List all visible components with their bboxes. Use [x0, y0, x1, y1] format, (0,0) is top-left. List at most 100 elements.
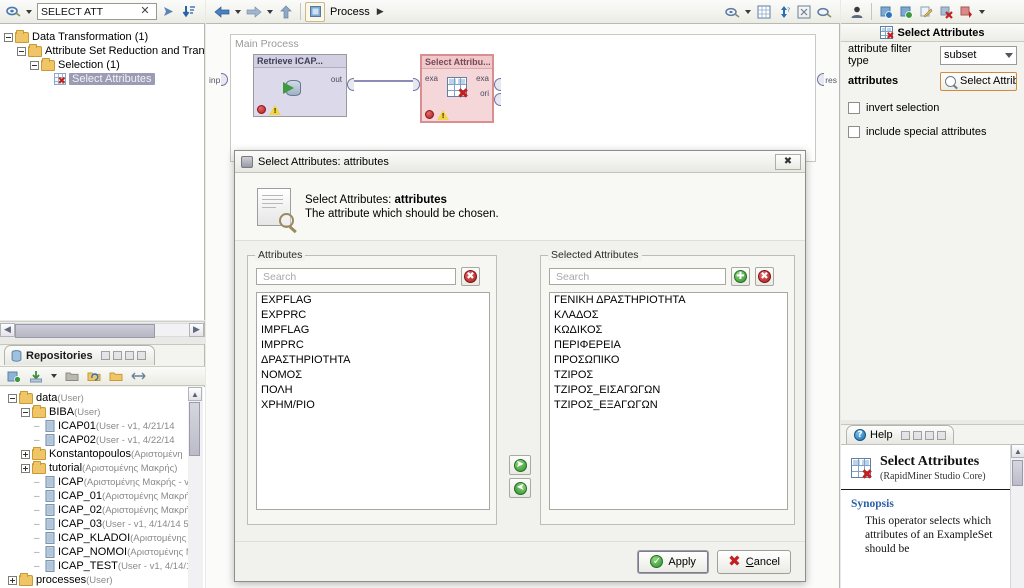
- selected-attribute-list-item[interactable]: ΤΖΙΡΟΣ_ΕΙΣΑΓΩΓΩΝ: [550, 383, 787, 398]
- resize-icon[interactable]: ?: [774, 2, 794, 22]
- selected-attribute-list-item[interactable]: ΠΕΡΙΦΕΡΕΙΑ: [550, 338, 787, 353]
- error-status-icon[interactable]: [257, 105, 266, 114]
- operator-tree-hscrollbar[interactable]: ◀ ▶: [0, 321, 205, 338]
- operator-select-attributes[interactable]: Select Attribu... exa exa ori ✖: [413, 54, 501, 123]
- attribute-filter-type-select[interactable]: subset: [940, 45, 1017, 65]
- attribute-list-item[interactable]: EXPPRC: [257, 308, 489, 323]
- operator-in-port-label[interactable]: exa: [425, 74, 438, 83]
- link-dropdown-caret[interactable]: [745, 9, 751, 14]
- param-row-invert-selection[interactable]: invert selection: [841, 98, 1024, 118]
- new-folder-icon[interactable]: [106, 366, 126, 386]
- forward-dropdown-caret[interactable]: [267, 9, 273, 14]
- include-special-attributes-checkbox[interactable]: [848, 126, 860, 138]
- repository-tree-item[interactable]: – ICAP_NOMOI (Αριστομένης Μ: [4, 545, 205, 559]
- selected-attribute-list-item[interactable]: ΤΖΙΡΟΣ: [550, 368, 787, 383]
- operator-out-port-label[interactable]: out: [331, 75, 342, 84]
- select-out-exa-port-shape[interactable]: [494, 78, 501, 91]
- attribute-list-item[interactable]: ΝΟΜΟΣ: [257, 368, 489, 383]
- back-dropdown-caret[interactable]: [235, 9, 241, 14]
- help-vscrollbar[interactable]: ▲: [1010, 444, 1024, 588]
- operator-tree-panel[interactable]: Data Transformation (1) Attribute Set Red…: [0, 24, 205, 320]
- tree-expand-toggle[interactable]: [8, 575, 17, 585]
- breadcrumb-caret-icon[interactable]: ▶: [377, 6, 384, 17]
- link-icon[interactable]: [722, 2, 742, 22]
- attribute-list-item[interactable]: ΔΡΑΣΤΗΡΙΟΤΗΤΑ: [257, 353, 489, 368]
- selected-attributes-list[interactable]: ΓΕΝΙΚΗ ΔΡΑΣΤΗΡΙΟΤΗΤΑ ΚΛΑΔΟΣ ΚΩΔΙΚΟΣ ΠΕΡΙΦΕΡ…: [549, 292, 788, 510]
- selected-attribute-list-item[interactable]: ΤΖΙΡΟΣ_ΕΞΑΓΩΓΩΝ: [550, 398, 787, 413]
- sort-icon[interactable]: [179, 2, 199, 22]
- attribute-list-item[interactable]: ΧΡΗΜ/ΡΙΟ: [257, 398, 489, 413]
- operator-tree-item[interactable]: Data Transformation (1): [4, 30, 204, 44]
- retrieve-out-port-shape[interactable]: [347, 78, 354, 91]
- forward-arrow-icon[interactable]: [244, 2, 264, 22]
- select-in-port-shape[interactable]: [413, 78, 420, 91]
- operator-out-port-exa-label[interactable]: exa: [476, 74, 489, 83]
- up-arrow-icon[interactable]: [276, 2, 296, 22]
- repository-tree-item[interactable]: – ICAP_TEST (User - v1, 4/14/1: [4, 559, 205, 573]
- move-left-button[interactable]: ➤: [509, 478, 531, 498]
- repository-tree-item[interactable]: – ICAP_KLADOI (Αριστομένης Μ: [4, 531, 205, 545]
- operator-tree-item[interactable]: Attribute Set Reduction and Transf: [4, 44, 204, 58]
- attributes-clear-button[interactable]: ✖: [461, 267, 480, 286]
- minimize-panel-icon[interactable]: [936, 430, 946, 440]
- clear-search-icon[interactable]: ✕: [138, 6, 152, 17]
- repository-tree-item[interactable]: – ICAP (Αριστομένης Μακρής - v1: [4, 475, 205, 489]
- info-db-icon[interactable]: [876, 2, 896, 22]
- result-port-shape[interactable]: [817, 73, 825, 86]
- delete-db-icon[interactable]: [936, 2, 956, 22]
- process-input-port[interactable]: inp: [209, 73, 229, 86]
- operator-dropdown-caret[interactable]: [26, 9, 32, 14]
- repo-scroll-up-icon[interactable]: ▲: [188, 387, 202, 401]
- move-right-button[interactable]: ➤: [509, 455, 531, 475]
- tree-expand-toggle[interactable]: [21, 463, 30, 473]
- magnify-icon[interactable]: [814, 2, 834, 22]
- tree-expand-toggle[interactable]: [17, 46, 26, 56]
- connection-line[interactable]: [351, 80, 416, 82]
- repository-tree-item[interactable]: – ICAP_02 (Αριστομένης Μακρής: [4, 503, 205, 517]
- repository-tree-item[interactable]: Konstantopoulos (Αριστομένη: [4, 447, 205, 461]
- operator-search-box[interactable]: ✕: [37, 3, 157, 20]
- selected-attribute-list-item[interactable]: ΚΩΔΙΚΟΣ: [550, 323, 787, 338]
- invert-selection-checkbox[interactable]: [848, 102, 860, 114]
- input-port-shape[interactable]: [221, 73, 229, 86]
- tree-expand-toggle[interactable]: [21, 407, 30, 417]
- select-attributes-button[interactable]: Select Attribu...: [940, 71, 1017, 91]
- breadcrumb-label[interactable]: Process: [330, 6, 370, 18]
- attribute-list-item[interactable]: ΠΟΛΗ: [257, 383, 489, 398]
- selected-search-field[interactable]: [549, 268, 726, 285]
- warning-status-icon[interactable]: [437, 110, 449, 120]
- folder-icon[interactable]: [62, 366, 82, 386]
- attributes-list[interactable]: EXPFLAG EXPPRC IMPFLAG IMPPRC ΔΡΑΣΤΗΡΙΟΤΗΤΑ Ν…: [256, 292, 490, 510]
- repository-tree-item[interactable]: – ICAP01 (User - v1, 4/21/14: [4, 419, 205, 433]
- select-out-ori-port-shape[interactable]: [494, 93, 501, 106]
- selected-attribute-list-item[interactable]: ΓΕΝΙΚΗ ΔΡΑΣΤΗΡΙΟΤΗΤΑ: [550, 293, 787, 308]
- hscroll-thumb[interactable]: [15, 323, 155, 338]
- maximize-panel-icon[interactable]: [912, 430, 922, 440]
- repository-tree-item[interactable]: – ICAP_01 (Αριστομένης Μακρής: [4, 489, 205, 503]
- tree-expand-toggle[interactable]: [8, 393, 17, 403]
- error-status-icon[interactable]: [425, 110, 434, 119]
- repository-tree-item[interactable]: – ICAP_03 (User - v1, 4/14/14 5:: [4, 517, 205, 531]
- help-vscroll-thumb[interactable]: [1012, 460, 1023, 486]
- operator-icon[interactable]: [3, 2, 23, 22]
- repository-tree-item[interactable]: tutorial (Αριστομένης Μακρής): [4, 461, 205, 475]
- attributes-search-field[interactable]: [256, 268, 456, 285]
- import-dropdown-caret[interactable]: [51, 374, 57, 378]
- repository-tree-item[interactable]: processes (User): [4, 573, 205, 587]
- expand-icon[interactable]: [128, 366, 148, 386]
- attribute-list-item[interactable]: IMPFLAG: [257, 323, 489, 338]
- selected-add-button[interactable]: ✚: [731, 267, 750, 286]
- grid-layout-icon[interactable]: [754, 2, 774, 22]
- edit-icon[interactable]: [916, 2, 936, 22]
- main-process-area[interactable]: Main Process inp res Retrieve ICAP... ou…: [209, 34, 837, 162]
- scroll-right-icon[interactable]: ▶: [189, 322, 204, 337]
- import-icon[interactable]: [26, 366, 46, 386]
- add-repository-icon[interactable]: [4, 366, 24, 386]
- fit-screen-icon[interactable]: [794, 2, 814, 22]
- attributes-search-input[interactable]: [261, 269, 451, 284]
- repo-vscroll-thumb[interactable]: [189, 402, 200, 456]
- dialog-close-button[interactable]: ✖: [775, 153, 801, 170]
- scroll-left-icon[interactable]: ◀: [0, 322, 15, 337]
- help-scroll-up-icon[interactable]: ▲: [1011, 444, 1024, 458]
- tree-expand-toggle[interactable]: [30, 60, 39, 70]
